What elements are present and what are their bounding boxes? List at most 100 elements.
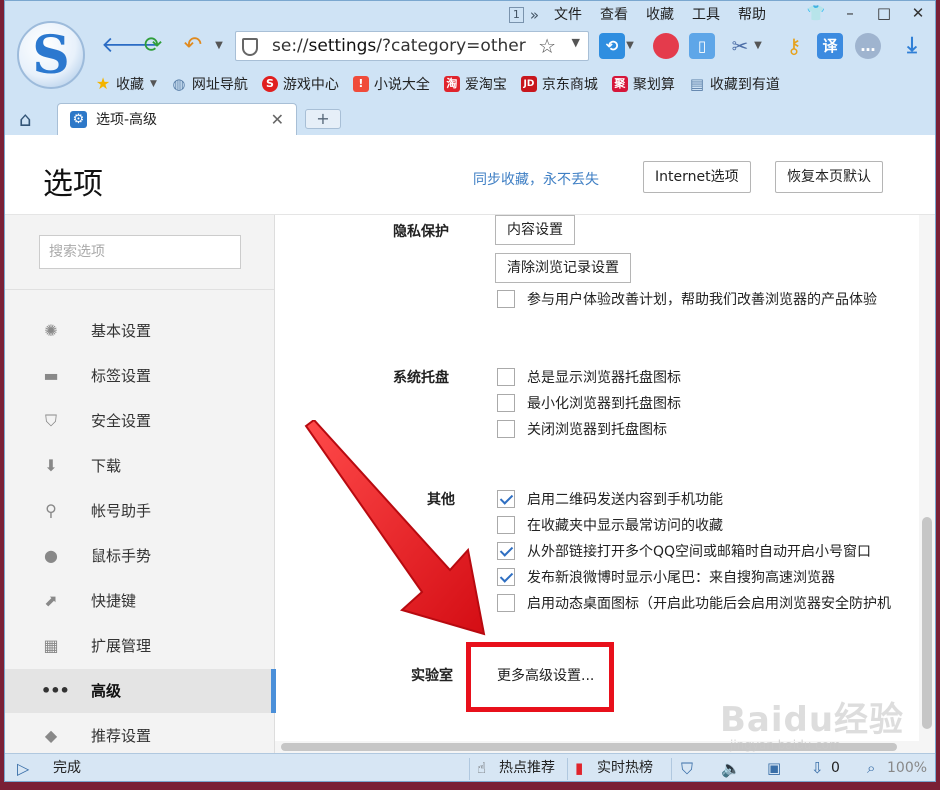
sidebar-item-shortcuts[interactable]: ⬈ 快捷键 (5, 579, 275, 623)
bookmark-label: 聚划算 (632, 77, 675, 93)
tray-minimize-checkbox[interactable] (497, 394, 515, 412)
clear-history-settings-button[interactable]: 清除浏览记录设置 (495, 253, 631, 283)
zoom-icon[interactable]: ⌕ (867, 754, 875, 781)
security-shield-icon[interactable]: ⛉ (681, 754, 693, 781)
bookmark-favorites[interactable]: ★ 收藏 ▼ (95, 74, 157, 94)
skin-icon[interactable]: 👕 (799, 1, 833, 27)
book-icon: ! (352, 76, 369, 92)
sidebar-toggle-icon[interactable]: ▷ (17, 754, 29, 781)
checkbox-label: 总是显示浏览器托盘图标 (527, 370, 681, 386)
new-tab-button[interactable]: + (305, 109, 341, 129)
download-status-icon[interactable]: ⇩ (811, 754, 824, 781)
minimize-button[interactable]: – (833, 1, 867, 27)
menu-view[interactable]: 查看 (591, 4, 637, 26)
sidebar-item-basic[interactable]: ✺ 基本设置 (5, 309, 275, 353)
sidebar-item-label: 下载 (91, 457, 122, 475)
address-dropdown-icon[interactable]: ▼ (572, 36, 580, 49)
annotation-arrow (304, 420, 486, 636)
bookmark-jd[interactable]: JD 京东商城 (520, 74, 598, 94)
annotation-highlight-box (466, 642, 614, 712)
security-shield-icon (242, 38, 258, 56)
sidebar-divider (5, 289, 274, 290)
checkbox-row[interactable]: 发布新浪微博时显示小尾巴：来自搜狗高速浏览器 (497, 567, 835, 587)
close-tab-icon[interactable]: ✕ (271, 104, 284, 136)
more-tools-icon[interactable]: … (855, 33, 881, 59)
undo-icon[interactable]: ↶ (179, 33, 207, 59)
sidebar-item-account[interactable]: ⚲ 帐号助手 (5, 489, 275, 533)
screenshot-dropdown-icon[interactable]: ▼ (751, 33, 765, 59)
sidebar-item-download[interactable]: ⬇ 下载 (5, 444, 275, 488)
checkbox-row[interactable]: 启用动态桌面图标（开启此功能后会启用浏览器安全防护机 (497, 593, 891, 613)
refresh-icon[interactable]: ⟳ (139, 33, 167, 59)
checkbox-row[interactable]: 总是显示浏览器托盘图标 (497, 367, 681, 387)
download-icon[interactable]: ⤓ (899, 33, 925, 59)
key-icon[interactable]: ⚷ (781, 33, 807, 59)
sidebar-item-advanced[interactable]: ••• 高级 (5, 669, 276, 713)
tray-always-checkbox[interactable] (497, 368, 515, 386)
scrollbar-thumb[interactable] (922, 517, 932, 729)
settings-header: 选项 同步收藏，永不丢失 Internet选项 恢复本页默认 (5, 135, 935, 215)
sidebar-item-recommended[interactable]: ◆ 推荐设置 (5, 714, 275, 758)
bookmark-star-icon[interactable]: ☆ (538, 34, 556, 58)
sync-link[interactable]: 同步收藏，永不丢失 (473, 169, 599, 189)
bookmark-label: 网址导航 (191, 77, 248, 93)
back-icon[interactable]: 🡐 (101, 33, 160, 59)
menu-file[interactable]: 文件 (545, 4, 591, 26)
sidebar-item-label: 标签设置 (91, 367, 152, 385)
checkbox-row[interactable]: 从外部链接打开多个QQ空间或邮箱时自动开启小号窗口 (497, 541, 871, 561)
zoom-level[interactable]: 100% (887, 754, 927, 781)
section-label-lab: 实验室 (411, 668, 453, 684)
close-button[interactable]: ✕ (901, 1, 935, 27)
home-icon[interactable]: ⌂ (19, 107, 32, 131)
search-input[interactable]: 搜索选项 (39, 235, 241, 269)
maximize-button[interactable]: □ (867, 1, 901, 27)
browser-logo[interactable]: S (17, 21, 85, 89)
checkbox-row[interactable]: 参与用户体验改善计划，帮助我们改善浏览器的产品体验 (497, 289, 877, 309)
checkbox-row[interactable]: 关闭浏览器到托盘图标 (497, 419, 667, 439)
checkbox-row[interactable]: 在收藏夹中显示最常访问的收藏 (497, 515, 723, 535)
tab-options-advanced[interactable]: ⚙ 选项-高级 ✕ (57, 103, 297, 135)
internet-options-button[interactable]: Internet选项 (643, 161, 751, 193)
bookmark-nav[interactable]: ◍ 网址导航 (171, 74, 248, 94)
volume-icon[interactable]: 🔈 (721, 754, 741, 781)
menu-help[interactable]: 帮助 (729, 4, 775, 26)
hot-recommend-button[interactable]: 热点推荐 (499, 754, 555, 781)
sidebar-item-tabs[interactable]: ▬ 标签设置 (5, 354, 275, 398)
realtime-hot-button[interactable]: 实时热榜 (597, 754, 653, 781)
stop-icon[interactable] (653, 33, 679, 59)
vertical-scrollbar[interactable] (919, 215, 935, 753)
sidebar-item-security[interactable]: ⛉ 安全设置 (5, 399, 275, 443)
more-menu[interactable]: » (530, 4, 545, 26)
menu-tools[interactable]: 工具 (683, 4, 729, 26)
bookmark-taobao[interactable]: 淘 爱淘宝 (443, 74, 507, 94)
address-bar[interactable]: se://settings/?category=other ☆ ▼ (235, 31, 589, 61)
checkbox-row[interactable]: 最小化浏览器到托盘图标 (497, 393, 681, 413)
screenshot-scissors-icon[interactable]: ✂ (727, 33, 753, 59)
bookmark-games[interactable]: S 游戏中心 (261, 74, 339, 94)
bookmark-youdao[interactable]: ▤ 收藏到有道 (689, 74, 780, 94)
ie-mode-dropdown-icon[interactable]: ▼ (623, 33, 637, 59)
page-indicator[interactable]: 1 (508, 7, 524, 23)
translate-icon[interactable]: 译 (817, 33, 843, 59)
tab-counter-icon[interactable]: ▣ (767, 754, 781, 781)
ie-mode-icon[interactable]: ⟲ (599, 33, 625, 59)
sidebar-item-mouse-gesture[interactable]: ● 鼠标手势 (5, 534, 275, 578)
taobao-icon: 淘 (443, 76, 460, 92)
address-url[interactable]: se://settings/?category=other (272, 32, 526, 60)
restore-defaults-button[interactable]: 恢复本页默认 (775, 161, 883, 193)
undo-dropdown-icon[interactable]: ▼ (205, 33, 233, 59)
chevron-down-icon[interactable]: ▼ (150, 79, 157, 89)
content-settings-button[interactable]: 内容设置 (495, 215, 575, 245)
checkbox-row[interactable]: 启用二维码发送内容到手机功能 (497, 489, 723, 509)
key-icon: ⚲ (45, 501, 57, 520)
bookmark-juhuasuan[interactable]: 聚 聚划算 (611, 74, 675, 94)
sidebar-item-extensions[interactable]: ▦ 扩展管理 (5, 624, 275, 668)
bookmark-novels[interactable]: ! 小说大全 (352, 74, 430, 94)
phone-send-icon[interactable]: ▯ (689, 33, 715, 59)
sidebar-item-label: 快捷键 (91, 592, 137, 610)
gear-icon: ⚙ (70, 111, 87, 128)
ux-program-checkbox[interactable] (497, 290, 515, 308)
menu-favorites[interactable]: 收藏 (637, 4, 683, 26)
globe-icon: ◍ (172, 75, 186, 93)
checkbox-label: 参与用户体验改善计划，帮助我们改善浏览器的产品体验 (527, 292, 877, 308)
